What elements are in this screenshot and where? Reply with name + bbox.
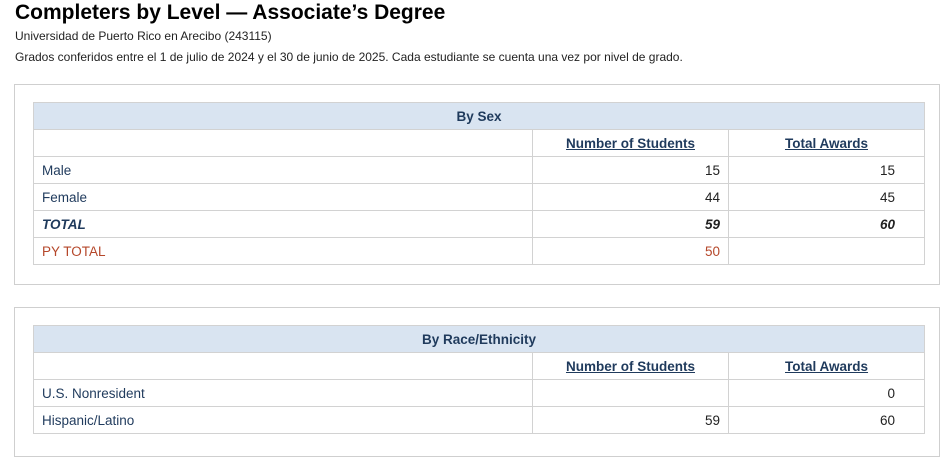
- awards-value: 60: [727, 406, 926, 434]
- awards-value: 15: [727, 156, 926, 184]
- students-sort-link[interactable]: Number of Students: [566, 359, 695, 374]
- py-total-students-value: 50: [532, 237, 729, 265]
- by-sex-table: By Sex Number of Students Total Awards M…: [32, 102, 926, 265]
- total-students-value: 59: [532, 210, 729, 238]
- awards-sort-link[interactable]: Total Awards: [785, 359, 868, 374]
- institution-subtitle: Universidad de Puerto Rico en Arecibo (2…: [15, 29, 272, 43]
- by-sex-heading: By Sex: [32, 102, 926, 130]
- row-label: Male: [33, 156, 533, 184]
- students-sort-link[interactable]: Number of Students: [566, 136, 695, 151]
- total-label: TOTAL: [33, 210, 533, 238]
- table-row: Female 44 45: [33, 183, 926, 211]
- students-column-header[interactable]: Number of Students: [532, 352, 729, 380]
- awards-value: 45: [727, 183, 926, 211]
- empty-header-cell: [33, 352, 533, 380]
- py-total-label: PY TOTAL: [33, 237, 533, 265]
- total-row: TOTAL 59 60: [33, 210, 926, 238]
- table-row: Hispanic/Latino 59 60: [33, 406, 926, 434]
- empty-header-cell: [33, 129, 533, 157]
- row-label: Female: [33, 183, 533, 211]
- by-race-panel: By Race/Ethnicity Number of Students Tot…: [14, 307, 940, 457]
- students-value: [532, 379, 729, 407]
- awards-sort-link[interactable]: Total Awards: [785, 136, 868, 151]
- students-value: 15: [532, 156, 729, 184]
- total-awards-value: 60: [727, 210, 926, 238]
- row-label: U.S. Nonresident: [33, 379, 533, 407]
- awards-column-header[interactable]: Total Awards: [727, 129, 926, 157]
- by-race-heading: By Race/Ethnicity: [32, 325, 926, 353]
- py-total-row: PY TOTAL 50: [33, 237, 926, 265]
- by-race-table: By Race/Ethnicity Number of Students Tot…: [32, 325, 926, 434]
- students-value: 59: [532, 406, 729, 434]
- table-row: U.S. Nonresident 0: [33, 379, 926, 407]
- awards-value: 0: [727, 379, 926, 407]
- table-row: Male 15 15: [33, 156, 926, 184]
- students-column-header[interactable]: Number of Students: [532, 129, 729, 157]
- py-total-awards-value: [727, 237, 926, 265]
- awards-column-header[interactable]: Total Awards: [727, 352, 926, 380]
- students-value: 44: [532, 183, 729, 211]
- date-range-note: Grados conferidos entre el 1 de julio de…: [15, 50, 683, 64]
- by-sex-panel: By Sex Number of Students Total Awards M…: [14, 84, 940, 285]
- page-title: Completers by Level — Associate’s Degree: [15, 1, 446, 24]
- row-label: Hispanic/Latino: [33, 406, 533, 434]
